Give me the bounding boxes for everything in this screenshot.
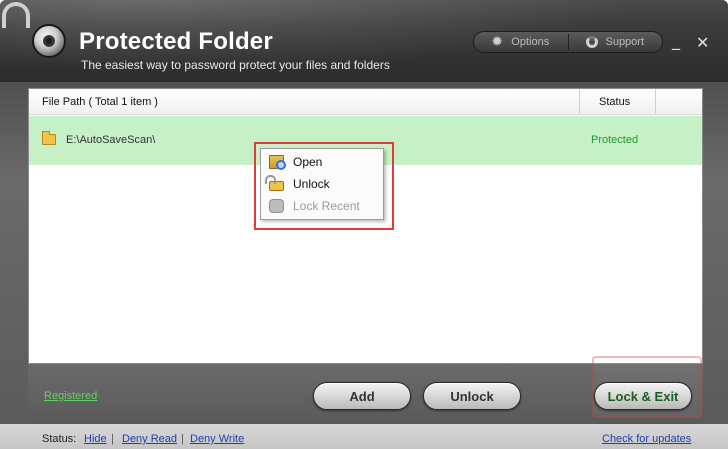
folder-icon (42, 131, 56, 145)
unlock-icon (265, 175, 284, 191)
unlock-button[interactable]: Unlock (423, 382, 521, 410)
support-label: Support (605, 36, 645, 48)
options-button[interactable]: Options (474, 32, 568, 52)
open-folder-icon (269, 155, 286, 170)
status-label: Status: (42, 433, 77, 445)
support-icon (586, 36, 599, 48)
registered-link[interactable]: Registered (44, 390, 97, 402)
row-status: Protected (591, 134, 639, 146)
list-header: File Path ( Total 1 item ) Status (29, 89, 702, 115)
app-title: Protected Folder (79, 28, 273, 55)
minimize-button[interactable]: _ (672, 31, 680, 50)
lock-exit-button[interactable]: Lock & Exit (594, 382, 692, 410)
lock-shackle-icon (2, 2, 30, 28)
hide-link[interactable]: Hide (84, 433, 107, 445)
deny-read-link[interactable]: Deny Read (122, 433, 177, 445)
gear-icon (491, 33, 504, 50)
context-menu: Open Unlock Lock Recent (260, 148, 384, 220)
app-window: Protected Folder The easiest way to pass… (0, 0, 728, 449)
app-subtitle: The easiest way to password protect your… (81, 58, 390, 72)
close-button[interactable]: ✕ (696, 33, 709, 52)
menu-item-open[interactable]: Open (261, 151, 383, 173)
check-for-updates-link[interactable]: Check for updates (602, 433, 691, 445)
column-file-path[interactable]: File Path ( Total 1 item ) (42, 96, 158, 108)
menu-item-unlock[interactable]: Unlock (261, 173, 383, 195)
header-menu: Options Support (473, 31, 663, 53)
lock-recent-icon (269, 199, 284, 213)
options-label: Options (511, 36, 550, 48)
file-list[interactable]: File Path ( Total 1 item ) Status E:\Aut… (28, 88, 703, 364)
menu-item-lock-recent: Lock Recent (261, 195, 383, 217)
row-path: E:\AutoSaveScan\ (66, 134, 156, 146)
status-bar: Status: Hide | Deny Read | Deny Write Ch… (0, 424, 728, 449)
deny-write-link[interactable]: Deny Write (190, 433, 244, 445)
column-status[interactable]: Status (599, 96, 630, 108)
header: Protected Folder The easiest way to pass… (0, 0, 728, 82)
add-button[interactable]: Add (313, 382, 411, 410)
support-button[interactable]: Support (569, 32, 663, 52)
app-logo-icon (32, 24, 66, 58)
